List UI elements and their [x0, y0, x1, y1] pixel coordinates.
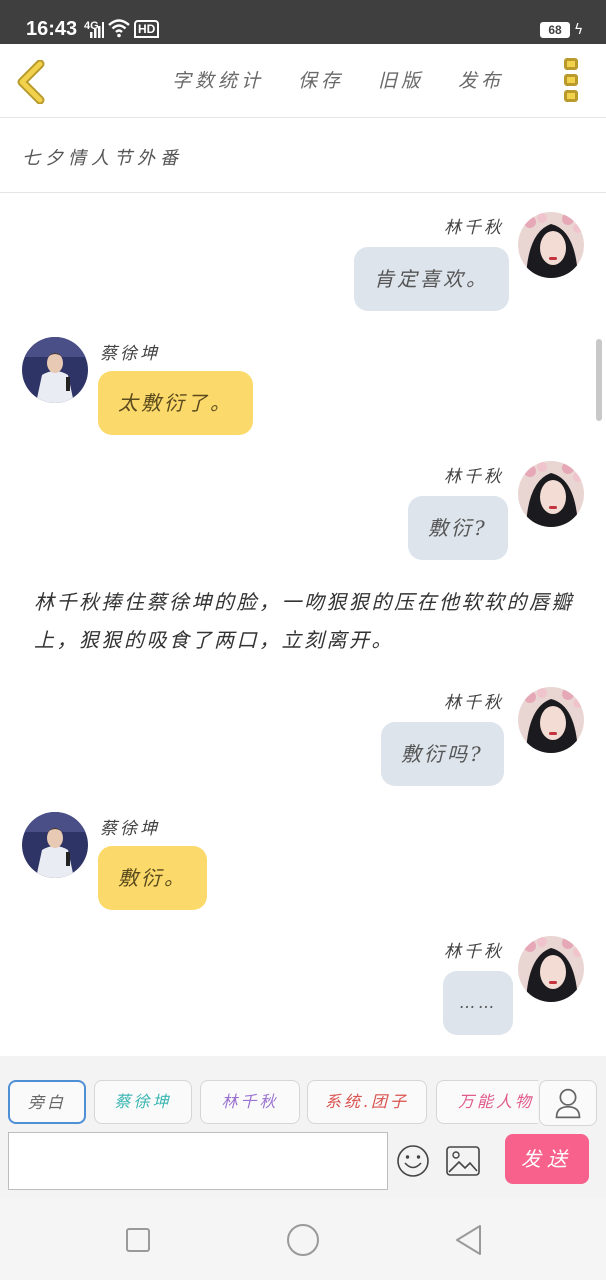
top-toolbar: 字数统计 保存 旧版 发布	[0, 44, 606, 118]
composer: 旁白 蔡徐坤 林千秋 系统.团子 万能人物 发送	[0, 1056, 606, 1198]
hd-badge: HD	[134, 20, 160, 38]
role-chip-narrator[interactable]: 旁白	[8, 1080, 86, 1124]
message-bubble[interactable]: 敷衍。	[98, 846, 207, 910]
nav-home-icon[interactable]	[287, 1224, 319, 1256]
avatar-linqianqiu[interactable]	[518, 936, 584, 1002]
old-version-button[interactable]: 旧版	[378, 66, 424, 93]
speaker-name: 林千秋	[444, 467, 504, 487]
speaker-name: 林千秋	[444, 218, 504, 238]
chat-area[interactable]: 林千秋 肯定喜欢。 蔡徐坤 太敷衍了。 林千秋 敷衍? 林千秋捧住蔡徐坤的脸，一…	[0, 193, 606, 1056]
nav-back-icon[interactable]	[454, 1224, 482, 1256]
battery-icon: 68	[540, 22, 570, 38]
role-chip-linqianqiu[interactable]: 林千秋	[200, 1080, 300, 1124]
message-bubble[interactable]: 敷衍?	[408, 496, 508, 560]
message-bubble[interactable]: ……	[443, 971, 513, 1035]
status-bar: 16:43 4G HD 68 ϟ	[0, 0, 606, 44]
chapter-title-row[interactable]: 七夕情人节外番	[0, 118, 606, 193]
message-bubble[interactable]: 肯定喜欢。	[354, 247, 509, 311]
nav-recent-icon[interactable]	[126, 1228, 150, 1252]
publish-button[interactable]: 发布	[458, 66, 504, 93]
user-icon[interactable]	[539, 1080, 597, 1126]
avatar-caixukun[interactable]	[22, 812, 88, 878]
role-chip-universal[interactable]: 万能人物	[436, 1080, 538, 1124]
role-selector[interactable]: 旁白 蔡徐坤 林千秋 系统.团子 万能人物	[8, 1080, 538, 1126]
chapter-title: 七夕情人节外番	[22, 148, 183, 169]
role-chip-system[interactable]: 系统.团子	[307, 1080, 427, 1124]
avatar-caixukun[interactable]	[22, 337, 88, 403]
emoji-icon[interactable]	[396, 1144, 430, 1178]
back-icon[interactable]	[14, 60, 50, 104]
narration-text[interactable]: 林千秋捧住蔡徐坤的脸，一吻狠狠的压在他软软的唇瓣上，狠狠的吸食了两口，立刻离开。	[34, 583, 574, 659]
speaker-name: 林千秋	[444, 942, 504, 962]
speaker-name: 蔡徐坤	[100, 819, 160, 839]
wifi-icon	[108, 19, 130, 38]
charging-icon: ϟ	[574, 22, 584, 38]
speaker-name: 蔡徐坤	[100, 344, 160, 364]
speaker-name: 林千秋	[444, 693, 504, 713]
message-bubble[interactable]: 太敷衍了。	[98, 371, 253, 435]
message-bubble[interactable]: 敷衍吗?	[381, 722, 504, 786]
avatar-linqianqiu[interactable]	[518, 687, 584, 753]
more-icon[interactable]	[564, 58, 580, 106]
save-button[interactable]: 保存	[298, 66, 344, 93]
role-chip-caixukun[interactable]: 蔡徐坤	[94, 1080, 192, 1124]
scrollbar[interactable]	[596, 339, 602, 421]
signal-icon	[90, 22, 104, 38]
avatar-linqianqiu[interactable]	[518, 461, 584, 527]
word-count-button[interactable]: 字数统计	[172, 66, 264, 93]
message-input[interactable]	[8, 1132, 388, 1190]
image-icon[interactable]	[446, 1146, 480, 1176]
avatar-linqianqiu[interactable]	[518, 212, 584, 278]
system-nav-bar	[0, 1198, 606, 1280]
menu-bar: 字数统计 保存 旧版 发布	[172, 66, 504, 93]
status-time: 16:43	[26, 18, 78, 40]
send-button[interactable]: 发送	[505, 1134, 589, 1184]
